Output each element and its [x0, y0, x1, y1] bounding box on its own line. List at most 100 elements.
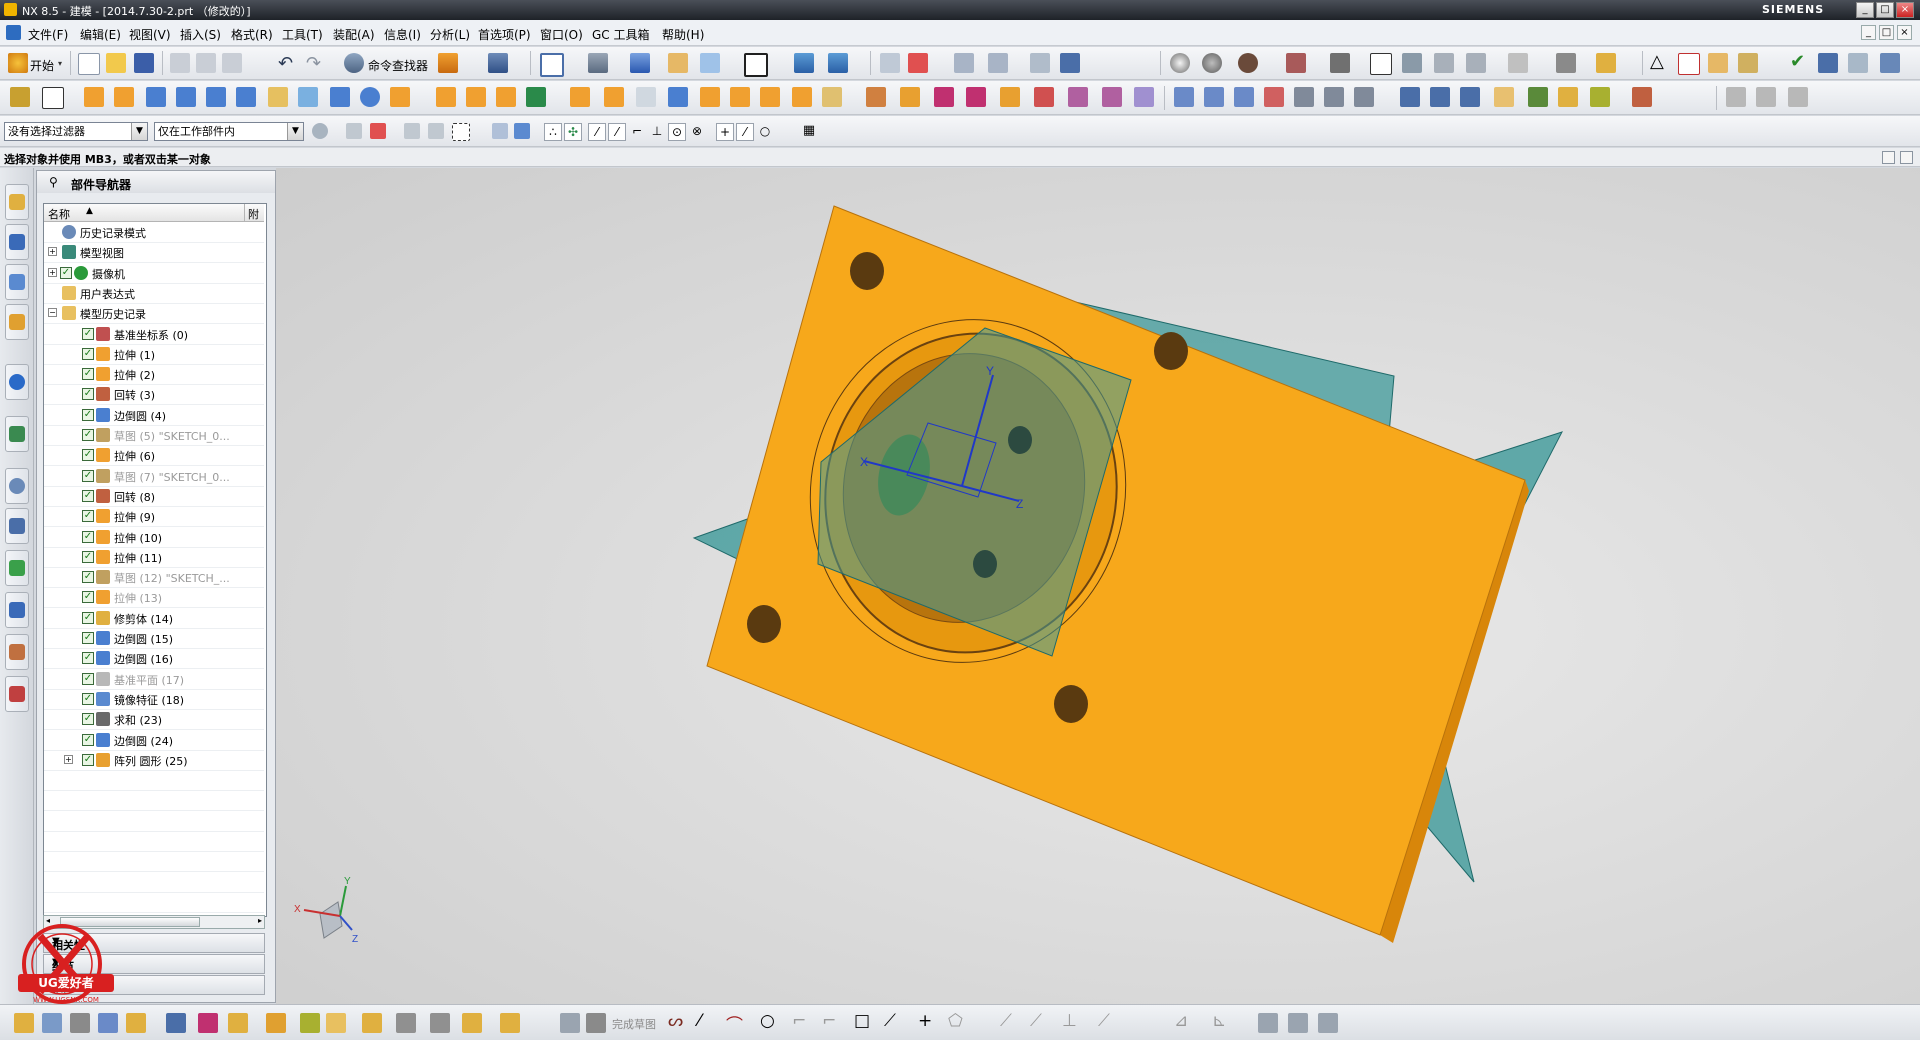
menu-file[interactable]: 文件(F) [28, 26, 68, 43]
resize-blend-icon[interactable] [1324, 87, 1344, 107]
sync-icon[interactable] [1174, 87, 1194, 107]
dimension-tool-icon[interactable]: ⊿ [1174, 1011, 1188, 1031]
chamfer-tool-icon[interactable]: ⌐ [822, 1011, 836, 1031]
doc-minimize-button[interactable]: _ [1861, 25, 1876, 40]
link-select-icon[interactable] [428, 123, 444, 139]
make-corner-icon[interactable]: ⊥ [1062, 1011, 1077, 1031]
visibility-checkbox[interactable]: ✓ [82, 327, 94, 340]
command-finder-button[interactable]: 命令查找器 [368, 57, 428, 74]
suppress-icon[interactable] [1590, 87, 1610, 107]
visibility-checkbox[interactable]: ✓ [82, 733, 94, 746]
move-face-icon[interactable] [1204, 87, 1224, 107]
tree-row[interactable]: ✓ 修剪体 (14) [44, 608, 264, 629]
expand-icon[interactable]: + [48, 267, 57, 277]
snap-on-curve-icon[interactable]: ⁄ [736, 123, 754, 141]
sort-ascending-icon[interactable]: ▲ [86, 206, 93, 216]
tree-row[interactable]: ✓ 草图 (12) "SKETCH_... [44, 567, 264, 589]
small-hole[interactable] [973, 550, 997, 578]
expression-icon[interactable] [1494, 87, 1514, 107]
assembly-navigator-tab[interactable] [5, 184, 29, 220]
bolt-hole[interactable] [1154, 332, 1188, 370]
hd3d-tools-tab[interactable] [5, 364, 29, 400]
profile-tool-icon[interactable]: ᔕ [668, 1011, 683, 1031]
move-icon[interactable] [794, 53, 814, 73]
pattern-face-icon[interactable] [1354, 87, 1374, 107]
person-icon[interactable] [1402, 53, 1422, 73]
snap-midpoint-icon[interactable]: ⁄ [608, 123, 626, 141]
cylinder-icon[interactable] [176, 87, 196, 107]
palette-icon[interactable] [1286, 53, 1306, 73]
grid-icon[interactable] [1508, 53, 1528, 73]
sketch-task-icon[interactable] [14, 1013, 34, 1033]
visibility-checkbox[interactable]: ✓ [82, 449, 94, 462]
spline-icon[interactable] [1756, 87, 1776, 107]
axis-icon[interactable] [1030, 53, 1050, 73]
pad-icon[interactable] [360, 87, 380, 107]
sphere-icon[interactable] [236, 87, 256, 107]
minimize-button[interactable]: _ [1856, 2, 1874, 18]
quick-trim-icon[interactable]: ⟋ [1000, 1011, 1012, 1031]
tree-row[interactable]: ✓ 拉伸 (2) [44, 364, 264, 386]
trim-icon[interactable] [668, 87, 688, 107]
tree-row[interactable]: ✓ 拉伸 (9) [44, 506, 264, 528]
edit-param-icon[interactable] [1528, 87, 1548, 107]
offset-curve-tool-icon[interactable]: ⟋ [1098, 1011, 1110, 1031]
history-tab[interactable] [5, 468, 29, 504]
chevron-down-icon[interactable]: ▾ [58, 59, 62, 68]
visibility-checkbox[interactable]: ✓ [82, 469, 94, 482]
menu-gc-toolkit[interactable]: GC 工具箱 [592, 26, 650, 43]
undo-icon[interactable]: ↶ [278, 53, 293, 74]
model-viewport[interactable]: Y X Z [276, 168, 1920, 1004]
start-icon[interactable] [8, 53, 28, 73]
studio-spline-icon[interactable]: ⟋ [884, 1011, 896, 1031]
curve-icon[interactable] [1726, 87, 1746, 107]
expand-icon[interactable]: + [48, 247, 57, 257]
hole-icon[interactable] [268, 87, 288, 107]
visibility-checkbox[interactable]: ✓ [82, 591, 94, 604]
cube-view-icon[interactable] [630, 53, 650, 73]
offset-region-icon[interactable] [1294, 87, 1314, 107]
tree-row[interactable]: ✓ 求和 (23) [44, 709, 264, 731]
delay-evaluation-icon[interactable] [198, 1013, 218, 1033]
chevron-down-icon[interactable]: ▼ [131, 123, 147, 140]
component-select-icon[interactable] [370, 123, 386, 139]
pin-icon[interactable]: ⚲ [49, 175, 58, 189]
menu-help[interactable]: 帮助(H) [662, 26, 704, 43]
update-model-icon[interactable] [166, 1013, 186, 1033]
pull-face-icon[interactable] [1234, 87, 1254, 107]
constraint-tool-icon[interactable]: ⊾ [1212, 1011, 1226, 1031]
menu-edit[interactable]: 编辑(E) [80, 26, 121, 43]
tree-row[interactable]: 历史记录模式 [44, 222, 264, 243]
tree-row[interactable]: ✓ 草图 (7) "SKETCH_0... [44, 466, 264, 487]
thicken-icon[interactable] [1000, 87, 1020, 107]
document-menu-icon[interactable] [6, 25, 21, 40]
package-icon[interactable] [1556, 53, 1576, 73]
new-file-icon[interactable] [78, 53, 100, 75]
chamfer-icon[interactable] [792, 87, 812, 107]
show-constraints-icon[interactable] [1288, 1013, 1308, 1033]
snap-center-icon[interactable]: ✣ [564, 123, 582, 141]
visibility-checkbox[interactable]: ✓ [60, 266, 72, 279]
orient-view-icon[interactable] [98, 1013, 118, 1033]
triangle-icon[interactable]: △ [1650, 51, 1664, 72]
visibility-checkbox[interactable]: ✓ [82, 550, 94, 563]
rotate-icon[interactable] [588, 53, 608, 73]
surface-icon[interactable] [1434, 53, 1454, 73]
maximize-button[interactable]: □ [1876, 2, 1894, 18]
shading-icon[interactable] [668, 53, 688, 73]
type-filter-dropdown[interactable]: 没有选择过滤器 ▼ [4, 122, 148, 141]
cone-icon[interactable] [206, 87, 226, 107]
rectangle-tool-icon[interactable]: □ [854, 1011, 870, 1031]
sketch-grid-icon[interactable] [586, 1013, 606, 1033]
tree-row[interactable]: ✓ 拉伸 (10) [44, 527, 264, 548]
constraint-navigator-tab[interactable] [5, 224, 29, 260]
visibility-checkbox[interactable]: ✓ [82, 489, 94, 502]
menu-assemblies[interactable]: 装配(A) [333, 26, 375, 43]
snap-arc-center-icon[interactable]: ⊙ [668, 123, 686, 141]
polygon-icon[interactable] [462, 1013, 482, 1033]
visibility-checkbox[interactable]: ✓ [82, 347, 94, 360]
tree-row[interactable]: + 模型视图 [44, 242, 264, 264]
circle-tool-icon[interactable]: ○ [760, 1011, 775, 1031]
tree-row[interactable]: + ✓ 摄像机 [44, 263, 264, 284]
measure-body-icon[interactable] [1460, 87, 1480, 107]
